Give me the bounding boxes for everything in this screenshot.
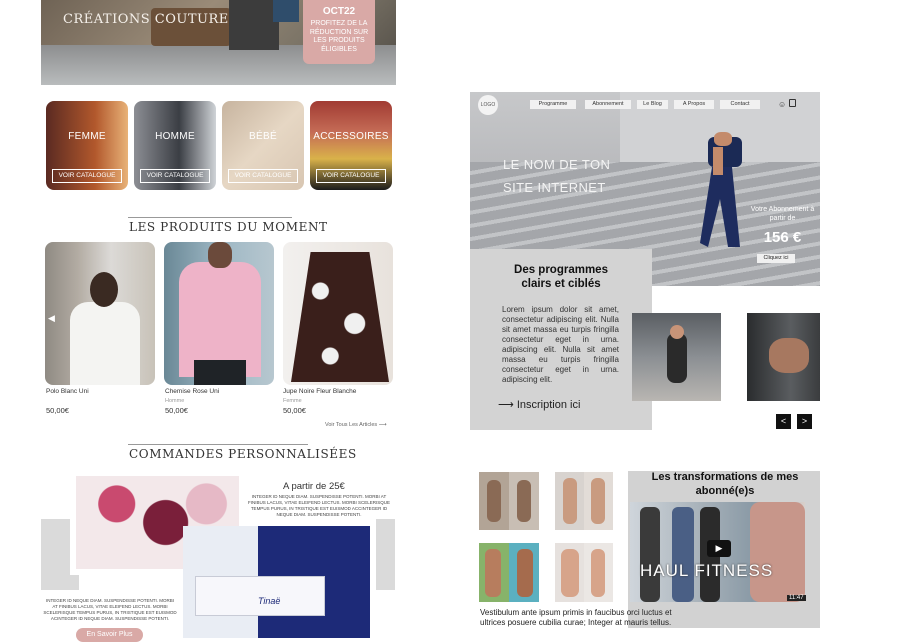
category-label: ACCESSOIRES <box>313 131 389 142</box>
nav-contact[interactable]: Contact <box>720 100 760 109</box>
promo-text: PROFITEZ DE LA RÉDUCTION SUR LES PRODUIT… <box>309 20 369 53</box>
voir-catalogue-button[interactable]: VOIR CATALOGUE <box>140 169 210 183</box>
cart-icon[interactable] <box>789 99 796 107</box>
products-section-title: LES PRODUITS DU MOMENT <box>129 220 328 234</box>
transformation-photo-4 <box>555 543 613 602</box>
custom-text-2: INTEGER ID NEQUE DIAM. SUSPENDISSE POTEN… <box>43 598 177 621</box>
product-image-chemise[interactable] <box>164 242 274 385</box>
user-icon[interactable]: ☺ <box>778 100 786 109</box>
site-logo[interactable]: LOGO <box>478 95 498 115</box>
divider <box>128 217 292 218</box>
product-image-jupe[interactable] <box>283 242 393 385</box>
programmes-title: Des programmes clairs et ciblés <box>514 264 608 290</box>
vestibulum-text: Vestibulum ante ipsum primis in faucibus… <box>480 608 672 627</box>
product-name[interactable]: Chemise Rose Uni <box>165 388 219 395</box>
custom-section-title: COMMANDES PERSONNALISÉES <box>129 447 357 461</box>
subscription-price: 156 € <box>763 229 802 246</box>
product-name[interactable]: Polo Blanc Uni <box>46 388 89 395</box>
product-category: Homme <box>165 398 185 404</box>
subscription-box: Votre Abonnement à partir de 156 € <box>745 205 820 246</box>
category-card-bebe[interactable]: BÉBÉ VOIR CATALOGUE <box>222 101 304 190</box>
transformation-photo-3 <box>479 543 539 602</box>
category-card-femme[interactable]: FEMME VOIR CATALOGUE <box>46 101 128 190</box>
carousel-prev-button[interactable]: < <box>776 414 791 429</box>
voir-catalogue-button[interactable]: VOIR CATALOGUE <box>228 169 298 183</box>
product-price: 50,00€ <box>283 406 306 415</box>
voir-catalogue-button[interactable]: VOIR CATALOGUE <box>52 169 122 183</box>
arrow-right-icon: ⟶ <box>378 422 387 428</box>
arrow-right-icon: ⟶ <box>498 399 514 411</box>
cliquez-ici-button[interactable]: Cliquez ici <box>757 254 795 263</box>
product-name[interactable]: Jupe Noire Fleur Blanche <box>283 388 356 395</box>
subscription-text: Votre Abonnement à partir de <box>750 206 815 222</box>
hero-title: CRÉATIONS COUTURE <box>63 12 229 27</box>
transformation-photo-2 <box>555 472 613 530</box>
custom-image-2: Tinaë <box>183 526 370 638</box>
product-price: 50,00€ <box>165 406 188 415</box>
carousel-prev-icon[interactable]: ◀ <box>48 313 56 323</box>
transformations-title: Les transformations de mes abonné(e)s <box>651 471 799 497</box>
category-card-homme[interactable]: HOMME VOIR CATALOGUE <box>134 101 216 190</box>
carousel-next-button[interactable]: > <box>797 414 812 429</box>
signup-link[interactable]: ⟶ Inscription ici <box>498 398 580 411</box>
play-icon[interactable]: ▶ <box>707 540 731 557</box>
category-label: FEMME <box>68 131 106 142</box>
video-title: HAUL FITNESS <box>640 561 774 580</box>
see-all-link[interactable]: Voir Tous Les Articles ⟶ <box>325 422 387 428</box>
custom-price: A partir de 25€ <box>283 481 345 492</box>
category-label: BÉBÉ <box>249 131 277 142</box>
programmes-text: Lorem ipsum dolor sit amet, consectetur … <box>502 305 619 384</box>
transformation-photo-1 <box>479 472 539 530</box>
custom-text-1: INTEGER ID NEQUE DIAM. SUSPENDISSE POTEN… <box>248 494 390 517</box>
promo-month: OCT22 <box>322 6 356 17</box>
nav-abonnement[interactable]: Abonnement <box>585 100 631 109</box>
voir-catalogue-button[interactable]: VOIR CATALOGUE <box>316 169 386 183</box>
promo-badge[interactable]: OCT22 PROFITEZ DE LA RÉDUCTION SUR LES P… <box>303 0 375 64</box>
hero-site-title: LE NOM DE TON SITE INTERNET <box>503 157 611 195</box>
category-card-accessoires[interactable]: ACCESSOIRES VOIR CATALOGUE <box>310 101 392 190</box>
gym-photo-1 <box>632 313 721 401</box>
gray-block <box>376 519 395 590</box>
video-duration: 11:47 <box>787 595 806 601</box>
category-label: HOMME <box>155 131 195 142</box>
nav-blog[interactable]: Le Blog <box>637 100 668 109</box>
nav-apropos[interactable]: A Propos <box>674 100 714 109</box>
product-price: 50,00€ <box>46 406 69 415</box>
divider <box>128 444 308 445</box>
product-image-polo[interactable] <box>45 242 155 385</box>
nav-programme[interactable]: Programme <box>530 100 576 109</box>
gym-photo-2 <box>747 313 820 401</box>
product-category: Femme <box>283 398 302 404</box>
